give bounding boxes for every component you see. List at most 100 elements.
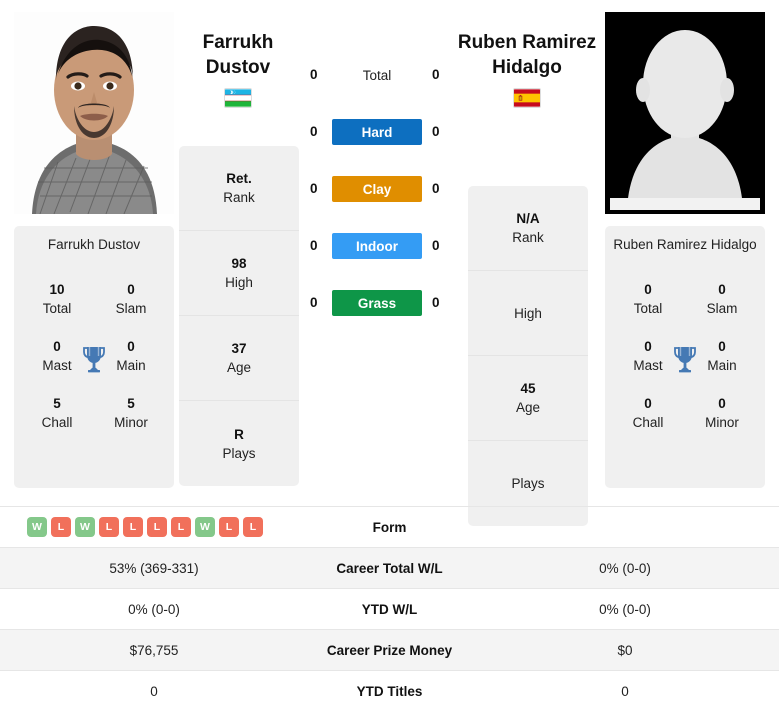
stat-minor: 5 Minor [104,394,158,451]
es-flag-icon [513,88,541,108]
form-badge-l: L [219,517,239,537]
surface-label-grass: Grass [332,290,422,316]
stat-label: Chall [632,415,664,430]
surface-right-value: 0 [432,238,440,253]
right-player-name: Ruben Ramirez Hidalgo [437,30,617,80]
right-value: 0% (0-0) [599,601,651,617]
form-badge-w: W [195,517,215,537]
stat-chall: 5 Chall [30,394,84,451]
info-label: Rank [512,230,544,245]
table-row-ytd-wl: 0% (0-0) YTD W/L 0% (0-0) [0,588,779,629]
surface-right-value: 0 [432,181,440,196]
stat-label: Minor [705,415,739,430]
form-badge-w: W [75,517,95,537]
table-row-career-total-wl: 53% (369-331) Career Total W/L 0% (0-0) [0,547,779,588]
surface-left-value: 0 [310,124,318,139]
info-label: Plays [511,476,545,491]
form-badge-l: L [123,517,143,537]
stat-value: 0 [718,339,726,354]
row-label-form: Form [372,519,407,535]
form-badge-w: W [27,517,47,537]
stat-row: 5 Chall 5 Minor [14,394,174,451]
right-player-name-line1: Ruben Ramirez [457,32,597,53]
info-label: Age [226,360,252,375]
surface-row-clay: 0 Clay 0 [300,174,460,231]
row-label: Career Total W/L [336,560,443,576]
stat-value: 0 [127,339,135,354]
right-player-name-line2: Hidalgo [492,57,562,78]
stat-mast: 0 Mast [30,337,84,394]
stat-value: 5 [127,396,135,411]
info-age: 37 Age [179,316,299,401]
form-badge-l: L [99,517,119,537]
table-row-career-prize-money: $76,755 Career Prize Money $0 [0,629,779,670]
stat-value: 0 [718,282,726,297]
info-label: Age [515,400,541,415]
stat-row: 10 Total 0 Slam [14,280,174,337]
stat-value: 0 [644,339,652,354]
form-badge-l: L [51,517,71,537]
info-plays: R Plays [179,401,299,486]
table-row-ytd-titles: 0 YTD Titles 0 [0,670,779,711]
row-label: YTD Titles [356,683,423,699]
stat-row: 0 Mast 0 Main [605,337,765,394]
stat-minor: 0 Minor [695,394,749,451]
stat-value: 0 [644,396,652,411]
info-rank: N/A Rank [468,186,588,271]
surface-left-value: 0 [310,181,318,196]
stat-main: 0 Main [104,337,158,394]
surface-label-indoor: Indoor [332,233,422,259]
stat-value: 0 [644,282,652,297]
stat-label: Total [42,301,72,316]
right-player-photo [605,12,765,214]
info-value: N/A [516,211,540,226]
surface-row-total: 0 Total 0 [300,60,460,117]
form-badges-cell: WLWLLLLWLL [0,517,308,537]
left-value: $76,755 [129,642,179,658]
stat-label: Chall [41,415,73,430]
surface-row-grass: 0 Grass 0 [300,288,460,345]
stat-total: 10 Total [30,280,84,337]
surface-right-value: 0 [432,295,440,310]
stat-value: 0 [127,282,135,297]
left-card-player-name: Farrukh Dustov [47,237,141,252]
surface-left-value: 0 [310,295,318,310]
right-stat-grid: 0 Total 0 Slam 0 Mast 0 Main 0 Chall 0 M… [605,280,765,451]
stat-main: 0 Main [695,337,749,394]
surface-left-value: 0 [310,238,318,253]
stat-label: Mast [42,358,72,373]
left-value: 0 [150,683,158,699]
stat-label: Slam [706,301,738,316]
right-value: 0 [621,683,629,699]
stat-value: 0 [53,339,61,354]
form-badge-l: L [147,517,167,537]
trophy-icon [81,345,107,373]
stat-label: Slam [115,301,147,316]
left-value: 0% (0-0) [128,601,180,617]
surface-label-total: Total [362,67,392,83]
stat-value: 5 [53,396,61,411]
info-value: 98 [231,256,247,271]
stat-slam: 0 Slam [104,280,158,337]
surface-right-value: 0 [432,124,440,139]
info-age: 45 Age [468,356,588,441]
stat-chall: 0 Chall [621,394,675,451]
info-value: 37 [231,341,247,356]
left-player-info-column: Ret. Rank 98 High 37 Age R Plays [179,146,299,486]
surface-breakdown: 0 Total 0 0 Hard 0 0 Clay 0 0 Indoor 0 0 [300,60,460,345]
form-badge-l: L [243,517,263,537]
left-value: 53% (369-331) [109,560,199,576]
right-player-stat-card: Ruben Ramirez Hidalgo 0 Total 0 Slam 0 M… [605,226,765,488]
right-player-info-column: N/A Rank High 45 Age Plays [468,186,588,526]
stat-value: 0 [718,396,726,411]
left-player-stat-card: Farrukh Dustov 10 Total 0 Slam 0 Mast 0 … [14,226,174,488]
stat-label: Total [633,301,663,316]
stat-label: Main [707,358,737,373]
info-label: Rank [223,190,255,205]
row-label: YTD W/L [361,601,418,617]
surface-left-value: 0 [310,67,318,82]
form-badge-l: L [171,517,191,537]
form-badge-list: WLWLLLLWLL [0,517,308,537]
surface-label-clay: Clay [332,176,422,202]
info-high: High [468,271,588,356]
